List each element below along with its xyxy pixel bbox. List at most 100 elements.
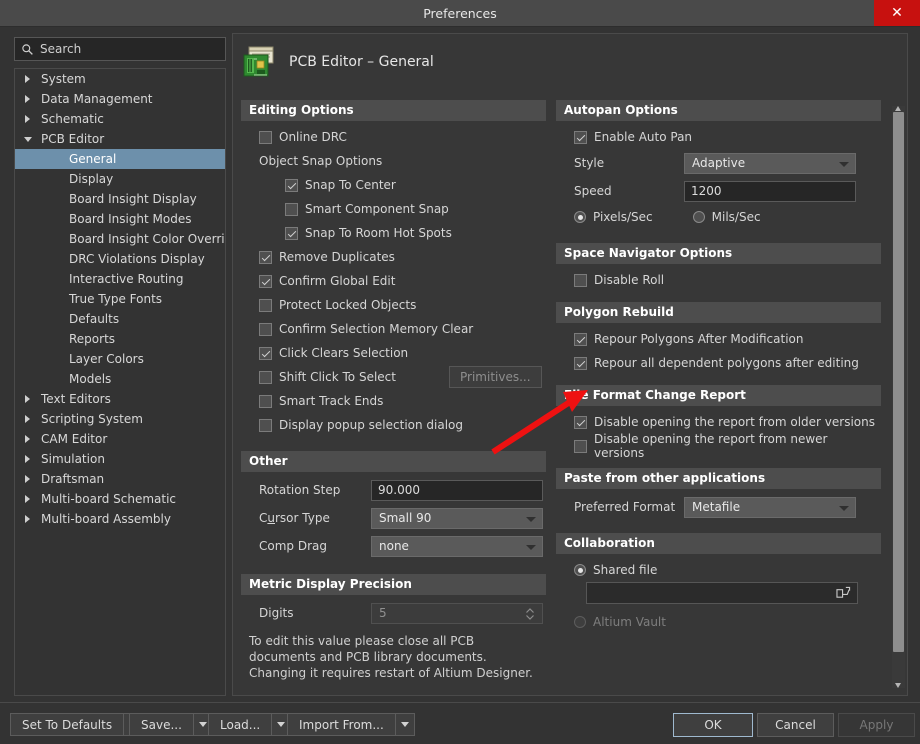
save-button[interactable]: Save... (129, 713, 213, 736)
checkbox-label[interactable]: Repour all dependent polygons after edit… (594, 356, 859, 370)
chevron-right-icon[interactable] (25, 475, 30, 483)
search-input[interactable] (40, 42, 219, 56)
sidebar-item-scripting-system[interactable]: Scripting System (15, 409, 225, 429)
checkbox-disable-roll[interactable]: Disable Roll (556, 268, 881, 292)
cursor-type-dropdown[interactable]: Small 90 (371, 507, 543, 529)
checkbox-box[interactable] (259, 250, 272, 264)
checkbox-box[interactable] (574, 273, 587, 287)
sidebar-item-true-type-fonts[interactable]: True Type Fonts (15, 289, 225, 309)
sidebar-item-defaults[interactable]: Defaults (15, 309, 225, 329)
sidebar-item-board-insight-color-overrides[interactable]: Board Insight Color Overrides (15, 229, 225, 249)
sidebar-item-simulation[interactable]: Simulation (15, 449, 225, 469)
chevron-right-icon[interactable] (25, 75, 30, 83)
checkbox-label[interactable]: Repour Polygons After Modification (594, 332, 803, 346)
radio-label[interactable]: Shared file (593, 563, 657, 577)
checkbox-box[interactable] (285, 202, 298, 216)
load-button[interactable]: Load... (208, 713, 292, 736)
sidebar-item-interactive-routing[interactable]: Interactive Routing (15, 269, 225, 289)
button-label[interactable]: Load... (208, 713, 272, 736)
checkbox-label[interactable]: Disable Roll (594, 273, 664, 287)
chevron-down-icon[interactable] (24, 137, 32, 142)
chevron-right-icon[interactable] (25, 515, 30, 523)
checkbox-repour-polygons-after-modification[interactable]: Repour Polygons After Modification (556, 327, 881, 351)
shared-file-path-field[interactable] (586, 582, 858, 604)
checkbox-box[interactable] (574, 356, 587, 370)
autopan-style-dropdown[interactable]: Adaptive (684, 152, 856, 174)
chevron-right-icon[interactable] (25, 495, 30, 503)
import-from-button[interactable]: Import From... (287, 713, 415, 736)
checkbox-label[interactable]: Click Clears Selection (279, 346, 408, 360)
primitives-button[interactable]: Primitives... (449, 366, 542, 388)
sidebar-item-schematic[interactable]: Schematic (15, 109, 225, 129)
preferences-tree[interactable]: System Data Management Schematic PCB Editor… (14, 68, 226, 696)
checkbox-box[interactable] (259, 130, 272, 144)
checkbox-remove-duplicates[interactable]: Remove Duplicates (241, 245, 546, 269)
checkbox-box[interactable] (285, 178, 298, 192)
sidebar-item-display[interactable]: Display (15, 169, 225, 189)
checkbox-box[interactable] (574, 130, 587, 144)
chevron-right-icon[interactable] (25, 435, 30, 443)
checkbox-box[interactable] (574, 439, 587, 453)
checkbox-box[interactable] (259, 346, 272, 360)
checkbox-label[interactable]: Shift Click To Select (279, 370, 396, 384)
checkbox-confirm-selection-memory-clear[interactable]: Confirm Selection Memory Clear (241, 317, 546, 341)
chevron-right-icon[interactable] (25, 395, 30, 403)
sidebar-item-multi-board-assembly[interactable]: Multi-board Assembly (15, 509, 225, 529)
checkbox-disable-report-older-versions[interactable]: Disable opening the report from older ve… (556, 410, 881, 434)
checkbox-smart-component-snap[interactable]: Smart Component Snap (241, 197, 546, 221)
search-box[interactable] (14, 37, 226, 61)
sidebar-item-multi-board-schematic[interactable]: Multi-board Schematic (15, 489, 225, 509)
radio-label-mils-per-sec[interactable]: Mils/Sec (712, 210, 761, 224)
chevron-right-icon[interactable] (25, 455, 30, 463)
autopan-speed-input[interactable] (684, 180, 856, 202)
checkbox-display-popup-selection-dialog[interactable]: Display popup selection dialog (241, 413, 546, 437)
sidebar-item-board-insight-modes[interactable]: Board Insight Modes (15, 209, 225, 229)
checkbox-label[interactable]: Confirm Global Edit (279, 274, 395, 288)
sidebar-item-system[interactable]: System (15, 69, 225, 89)
comp-drag-dropdown[interactable]: none (371, 535, 543, 557)
checkbox-snap-to-center[interactable]: Snap To Center (241, 173, 546, 197)
button-label[interactable]: Save... (129, 713, 193, 736)
checkbox-snap-to-room-hot-spots[interactable]: Snap To Room Hot Spots (241, 221, 546, 245)
radio-pixels-per-sec[interactable] (574, 211, 586, 223)
checkbox-box[interactable] (259, 418, 272, 432)
import-from-dropdown[interactable] (394, 713, 415, 736)
radio-button[interactable] (574, 564, 586, 576)
scroll-up-arrow-icon[interactable] (895, 106, 901, 111)
checkbox-label[interactable]: Smart Component Snap (305, 202, 449, 216)
checkbox-confirm-global-edit[interactable]: Confirm Global Edit (241, 269, 546, 293)
checkbox-box[interactable] (259, 370, 272, 384)
scrollbar-thumb[interactable] (893, 112, 904, 652)
checkbox-protect-locked-objects[interactable]: Protect Locked Objects (241, 293, 546, 317)
cancel-button[interactable]: Cancel (757, 713, 834, 737)
chevron-right-icon[interactable] (25, 415, 30, 423)
sidebar-item-text-editors[interactable]: Text Editors (15, 389, 225, 409)
checkbox-click-clears-selection[interactable]: Click Clears Selection (241, 341, 546, 365)
sidebar-item-drc-violations-display[interactable]: DRC Violations Display (15, 249, 225, 269)
checkbox-repour-all-dependent-polygons[interactable]: Repour all dependent polygons after edit… (556, 351, 881, 375)
sidebar-item-data-management[interactable]: Data Management (15, 89, 225, 109)
preferred-format-dropdown[interactable]: Metafile (684, 496, 856, 518)
checkbox-box[interactable] (259, 298, 272, 312)
checkbox-box[interactable] (574, 415, 587, 429)
sidebar-item-board-insight-display[interactable]: Board Insight Display (15, 189, 225, 209)
checkbox-label[interactable]: Disable opening the report from newer ve… (594, 432, 881, 460)
sidebar-item-general[interactable]: General (15, 149, 225, 169)
sidebar-item-layer-colors[interactable]: Layer Colors (15, 349, 225, 369)
checkbox-smart-track-ends[interactable]: Smart Track Ends (241, 389, 546, 413)
radio-mils-per-sec[interactable] (692, 211, 705, 223)
sidebar-item-models[interactable]: Models (15, 369, 225, 389)
checkbox-box[interactable] (259, 322, 272, 336)
checkbox-online-drc[interactable]: Online DRC (241, 125, 546, 149)
chevron-right-icon[interactable] (25, 95, 30, 103)
checkbox-label[interactable]: Display popup selection dialog (279, 418, 463, 432)
checkbox-shift-click-to-select[interactable]: Shift Click To Select Primitives... (241, 365, 546, 389)
sidebar-item-pcb-editor[interactable]: PCB Editor (15, 129, 225, 149)
checkbox-disable-report-newer-versions[interactable]: Disable opening the report from newer ve… (556, 432, 881, 460)
close-icon[interactable]: ✕ (874, 0, 920, 26)
rotation-step-input[interactable] (371, 479, 543, 501)
sidebar-item-draftsman[interactable]: Draftsman (15, 469, 225, 489)
chevron-right-icon[interactable] (25, 115, 30, 123)
button-label[interactable]: Set To Defaults (10, 713, 124, 736)
checkbox-label[interactable]: Remove Duplicates (279, 250, 395, 264)
